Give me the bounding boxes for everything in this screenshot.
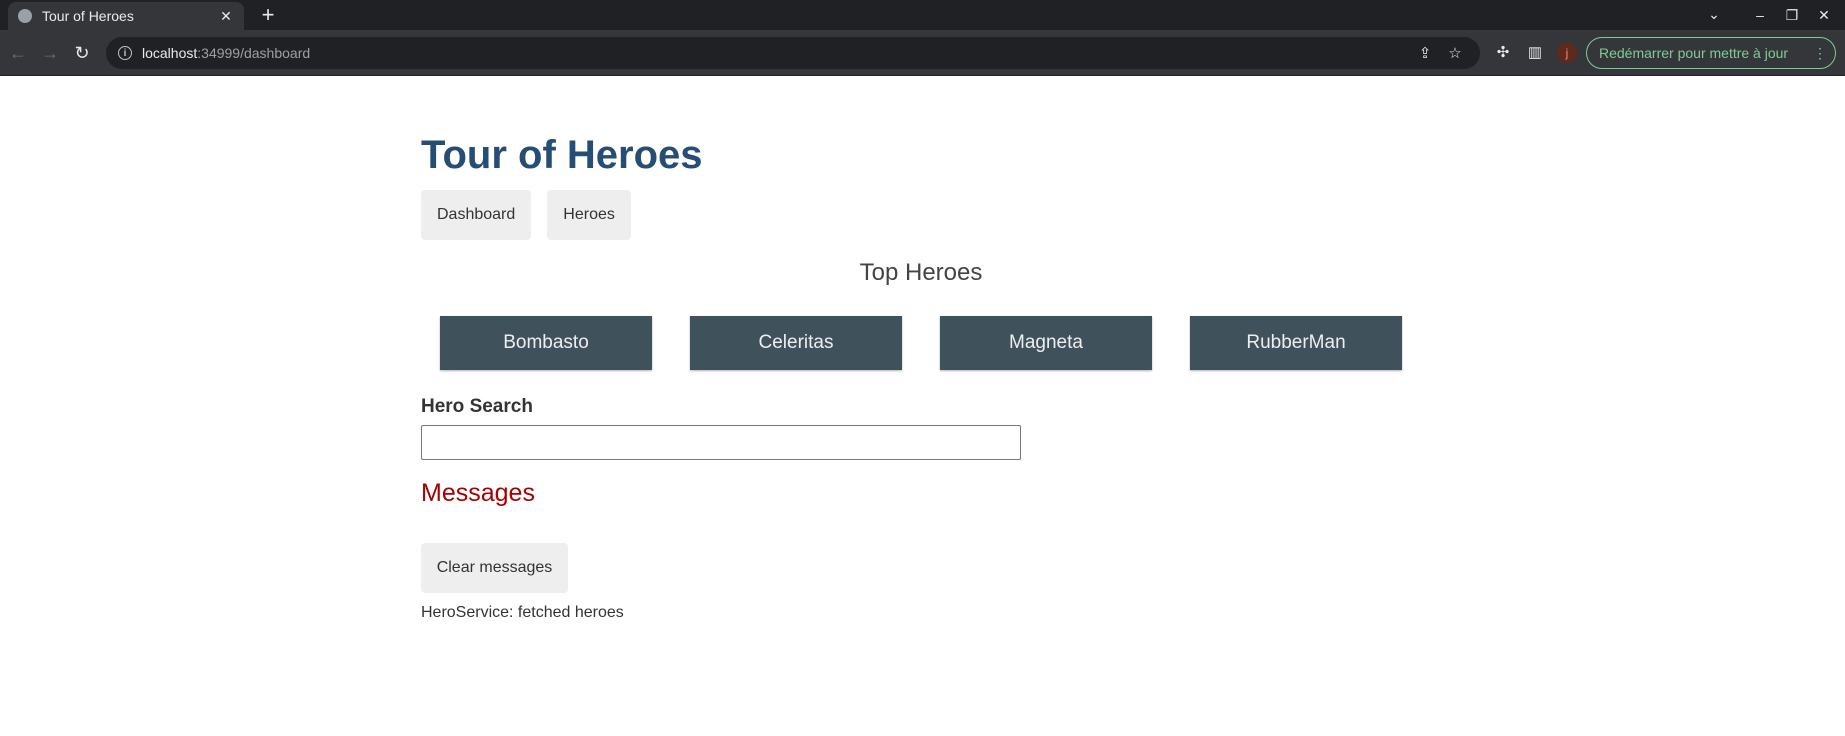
site-info-icon[interactable]: i bbox=[118, 46, 132, 60]
close-tab-icon[interactable]: ✕ bbox=[218, 8, 234, 25]
update-button-label: Redémarrer pour mettre à jour bbox=[1599, 45, 1789, 61]
hero-card-celeritas[interactable]: Celeritas bbox=[690, 316, 902, 370]
side-panel-icon[interactable]: ▥ bbox=[1524, 43, 1546, 63]
url-path: :34999/dashboard bbox=[197, 45, 311, 61]
minimize-icon[interactable]: – bbox=[1744, 7, 1776, 23]
hero-search-label: Hero Search bbox=[421, 396, 533, 417]
app-title: Tour of Heroes bbox=[421, 133, 703, 177]
back-arrow-icon[interactable]: ← bbox=[6, 41, 30, 65]
nav-link-dashboard[interactable]: Dashboard bbox=[421, 190, 532, 240]
kebab-menu-icon[interactable]: ⋮ bbox=[1813, 38, 1827, 68]
main-nav: Dashboard Heroes bbox=[421, 190, 647, 240]
top-heroes-grid: Bombasto Celeritas Magneta RubberMan bbox=[440, 316, 1440, 370]
profile-avatar[interactable]: j bbox=[1557, 43, 1577, 63]
message-item: HeroService: fetched heroes bbox=[421, 604, 624, 621]
bookmark-star-icon[interactable]: ☆ bbox=[1440, 44, 1470, 62]
browser-toolbar: ← → ↻ i localhost :34999/dashboard ⇪ ☆ ✣… bbox=[0, 30, 1845, 76]
forward-arrow-icon[interactable]: → bbox=[38, 41, 62, 65]
messages-heading: Messages bbox=[421, 479, 535, 507]
hero-search-input[interactable] bbox=[421, 425, 1021, 460]
hero-card-bombasto[interactable]: Bombasto bbox=[440, 316, 652, 370]
address-bar[interactable]: i localhost :34999/dashboard ⇪ ☆ bbox=[106, 37, 1480, 69]
url-host: localhost bbox=[142, 45, 198, 61]
close-window-icon[interactable]: ✕ bbox=[1808, 7, 1840, 24]
nav-link-heroes[interactable]: Heroes bbox=[547, 190, 631, 240]
tab-search-chevron-icon[interactable]: ⌄ bbox=[1702, 6, 1726, 23]
browser-tab[interactable]: Tour of Heroes ✕ bbox=[8, 2, 244, 30]
extensions-puzzle-icon[interactable]: ✣ bbox=[1492, 43, 1514, 63]
clear-messages-button[interactable]: Clear messages bbox=[421, 543, 568, 593]
globe-icon bbox=[18, 9, 32, 23]
hero-card-magneta[interactable]: Magneta bbox=[940, 316, 1152, 370]
restore-icon[interactable]: ❐ bbox=[1776, 7, 1808, 24]
tab-title: Tour of Heroes bbox=[42, 8, 134, 24]
share-icon[interactable]: ⇪ bbox=[1410, 44, 1440, 62]
browser-tab-strip: Tour of Heroes ✕ + ⌄ – ❐ ✕ bbox=[0, 0, 1845, 30]
top-heroes-heading: Top Heroes bbox=[859, 259, 983, 286]
hero-card-rubberman[interactable]: RubberMan bbox=[1190, 316, 1402, 370]
new-tab-button[interactable]: + bbox=[256, 4, 280, 26]
reload-icon[interactable]: ↻ bbox=[70, 41, 94, 65]
update-button[interactable]: Redémarrer pour mettre à jour ⋮ bbox=[1586, 37, 1836, 69]
